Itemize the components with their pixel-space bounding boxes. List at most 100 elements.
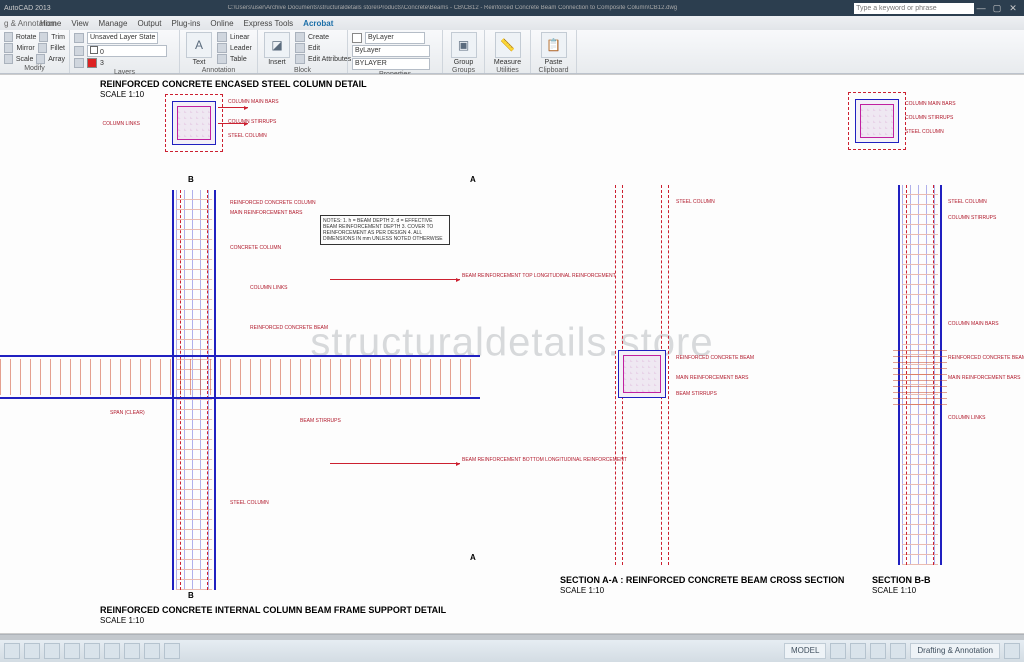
ortho-toggle[interactable] — [44, 643, 60, 659]
label-rc-beam: REINFORCED CONCRETE BEAM — [250, 325, 328, 331]
text-button[interactable]: AText — [184, 32, 214, 66]
otrack-toggle[interactable] — [104, 643, 120, 659]
tab-express-tools[interactable]: Express Tools — [244, 19, 294, 28]
linear-button[interactable]: Linear — [230, 34, 249, 41]
tab-plugins[interactable]: Plug-ins — [171, 19, 200, 28]
workspace-button[interactable]: Drafting & Annotation — [910, 643, 1000, 659]
label-bot-bar: BEAM REINFORCEMENT BOTTOM LONGITUDINAL R… — [462, 457, 627, 463]
model-space-button[interactable]: MODEL — [784, 643, 826, 659]
label-span: SPAN (CLEAR) — [110, 410, 145, 416]
leader-icon[interactable] — [217, 43, 227, 53]
rotate-icon[interactable] — [4, 32, 13, 42]
color-swatch[interactable] — [352, 33, 362, 43]
label-col-links2: COLUMN LINKS — [250, 285, 288, 291]
tab-manage[interactable]: Manage — [99, 19, 128, 28]
status-icon-1[interactable] — [830, 643, 846, 659]
file-path: C:\Users\user\Archive Documents\structur… — [51, 5, 854, 11]
search-input[interactable] — [854, 3, 974, 14]
array-button[interactable]: Array — [48, 56, 65, 63]
color-dropdown[interactable]: ByLayer — [365, 32, 425, 44]
drawing3-title: SECTION A-A : REINFORCED CONCRETE BEAM C… — [560, 575, 844, 585]
measure-button[interactable]: 📏Measure — [489, 32, 526, 66]
panel-title-block: Block — [262, 66, 343, 74]
label-bb-main: MAIN REINFORCEMENT BARS — [948, 375, 1020, 381]
table-icon[interactable] — [217, 54, 227, 64]
label-aa-stir: BEAM STIRRUPS — [676, 391, 717, 397]
trim-button[interactable]: Trim — [51, 34, 65, 41]
layer-swatch-red — [87, 58, 97, 68]
layer-icon2[interactable] — [74, 58, 84, 68]
scale-button[interactable]: Scale — [16, 56, 34, 63]
tab-online[interactable]: Online — [210, 19, 233, 28]
status-icon-2[interactable] — [850, 643, 866, 659]
notes-box: NOTES: 1. h = BEAM DEPTH 2. d = EFFECTIV… — [320, 215, 450, 245]
tab-output[interactable]: Output — [137, 19, 161, 28]
edit-attr-icon[interactable] — [295, 54, 305, 64]
label-beam-stir: BEAM STIRRUPS — [300, 418, 341, 424]
paste-button[interactable]: 📋Paste — [535, 32, 572, 66]
close-icon[interactable]: ✕ — [1006, 3, 1020, 14]
measure-icon: 📏 — [495, 32, 521, 58]
lineweight-dropdown[interactable]: ByLayer — [352, 45, 430, 57]
panel-annotation: AText Linear Leader Table Annotation — [180, 30, 258, 73]
linear-icon[interactable] — [217, 32, 227, 42]
edit-attributes-button[interactable]: Edit Attributes — [308, 56, 351, 63]
beam-elevation — [0, 355, 480, 399]
drawing-canvas[interactable]: structuraldetails.store REINFORCED CONCR… — [0, 74, 1024, 634]
label-aa-steel: STEEL COLUMN — [676, 199, 715, 205]
fillet-button[interactable]: Fillet — [50, 45, 65, 52]
panel-layers: Unsaved Layer State 0 3 Layers — [70, 30, 180, 73]
grid-toggle[interactable] — [24, 643, 40, 659]
search-area — [854, 3, 974, 14]
panel-clipboard: 📋Paste Clipboard — [531, 30, 577, 73]
array-icon[interactable] — [36, 54, 45, 64]
scale-icon[interactable] — [4, 54, 13, 64]
layer-props-icon[interactable] — [74, 33, 84, 43]
layer-3[interactable]: 3 — [100, 60, 104, 67]
tab-view[interactable]: View — [71, 19, 88, 28]
drawing1-title: REINFORCED CONCRETE ENCASED STEEL COLUMN… — [100, 79, 367, 89]
polar-toggle[interactable] — [64, 643, 80, 659]
panel-utilities: 📏Measure Utilities — [485, 30, 531, 73]
mirror-icon[interactable] — [4, 43, 13, 53]
insert-button[interactable]: ◪Insert — [262, 32, 292, 66]
leader-button[interactable]: Leader — [230, 45, 252, 52]
dyn-toggle[interactable] — [124, 643, 140, 659]
create-block-button[interactable]: Create — [308, 34, 329, 41]
layer-icon[interactable] — [74, 46, 84, 56]
lwt-toggle[interactable] — [144, 643, 160, 659]
table-button[interactable]: Table — [230, 56, 247, 63]
layer-0[interactable]: 0 — [100, 49, 104, 56]
fillet-icon[interactable] — [38, 43, 47, 53]
rotate-button[interactable]: Rotate — [16, 34, 37, 41]
osnap-toggle[interactable] — [84, 643, 100, 659]
leader-top — [330, 279, 460, 280]
ribbon: Rotate Trim Mirror Fillet Scale Array Mo… — [0, 30, 1024, 74]
maximize-icon[interactable]: ▢ — [990, 3, 1004, 14]
leader-1 — [218, 107, 248, 108]
panel-modify: Rotate Trim Mirror Fillet Scale Array Mo… — [0, 30, 70, 73]
qp-toggle[interactable] — [164, 643, 180, 659]
status-icon-3[interactable] — [870, 643, 886, 659]
group-button[interactable]: ▣Group — [447, 32, 480, 66]
group-icon: ▣ — [451, 32, 477, 58]
layer-state-dropdown[interactable]: Unsaved Layer State — [87, 32, 158, 44]
section-bb-joint — [893, 345, 947, 405]
snap-toggle[interactable] — [4, 643, 20, 659]
label-bb-steel: STEEL COLUMN — [948, 199, 987, 205]
mirror-button[interactable]: Mirror — [16, 45, 34, 52]
status-bar: MODEL Drafting & Annotation — [0, 640, 1024, 662]
edit-block-icon[interactable] — [295, 43, 305, 53]
drawing4-title: SECTION B-B — [872, 575, 931, 585]
edit-block-button[interactable]: Edit — [308, 45, 320, 52]
linetype-dropdown[interactable]: BYLAYER — [352, 58, 430, 70]
section-aa-beam — [618, 350, 666, 398]
tab-acrobat[interactable]: Acrobat — [303, 19, 333, 28]
status-config-icon[interactable] — [1004, 643, 1020, 659]
label-bb-stir: COLUMN STIRRUPS — [948, 215, 996, 221]
status-icon-4[interactable] — [890, 643, 906, 659]
panel-title-annotation: Annotation — [184, 66, 253, 74]
minimize-icon[interactable]: — — [974, 3, 988, 13]
trim-icon[interactable] — [39, 32, 48, 42]
create-block-icon[interactable] — [295, 32, 305, 42]
